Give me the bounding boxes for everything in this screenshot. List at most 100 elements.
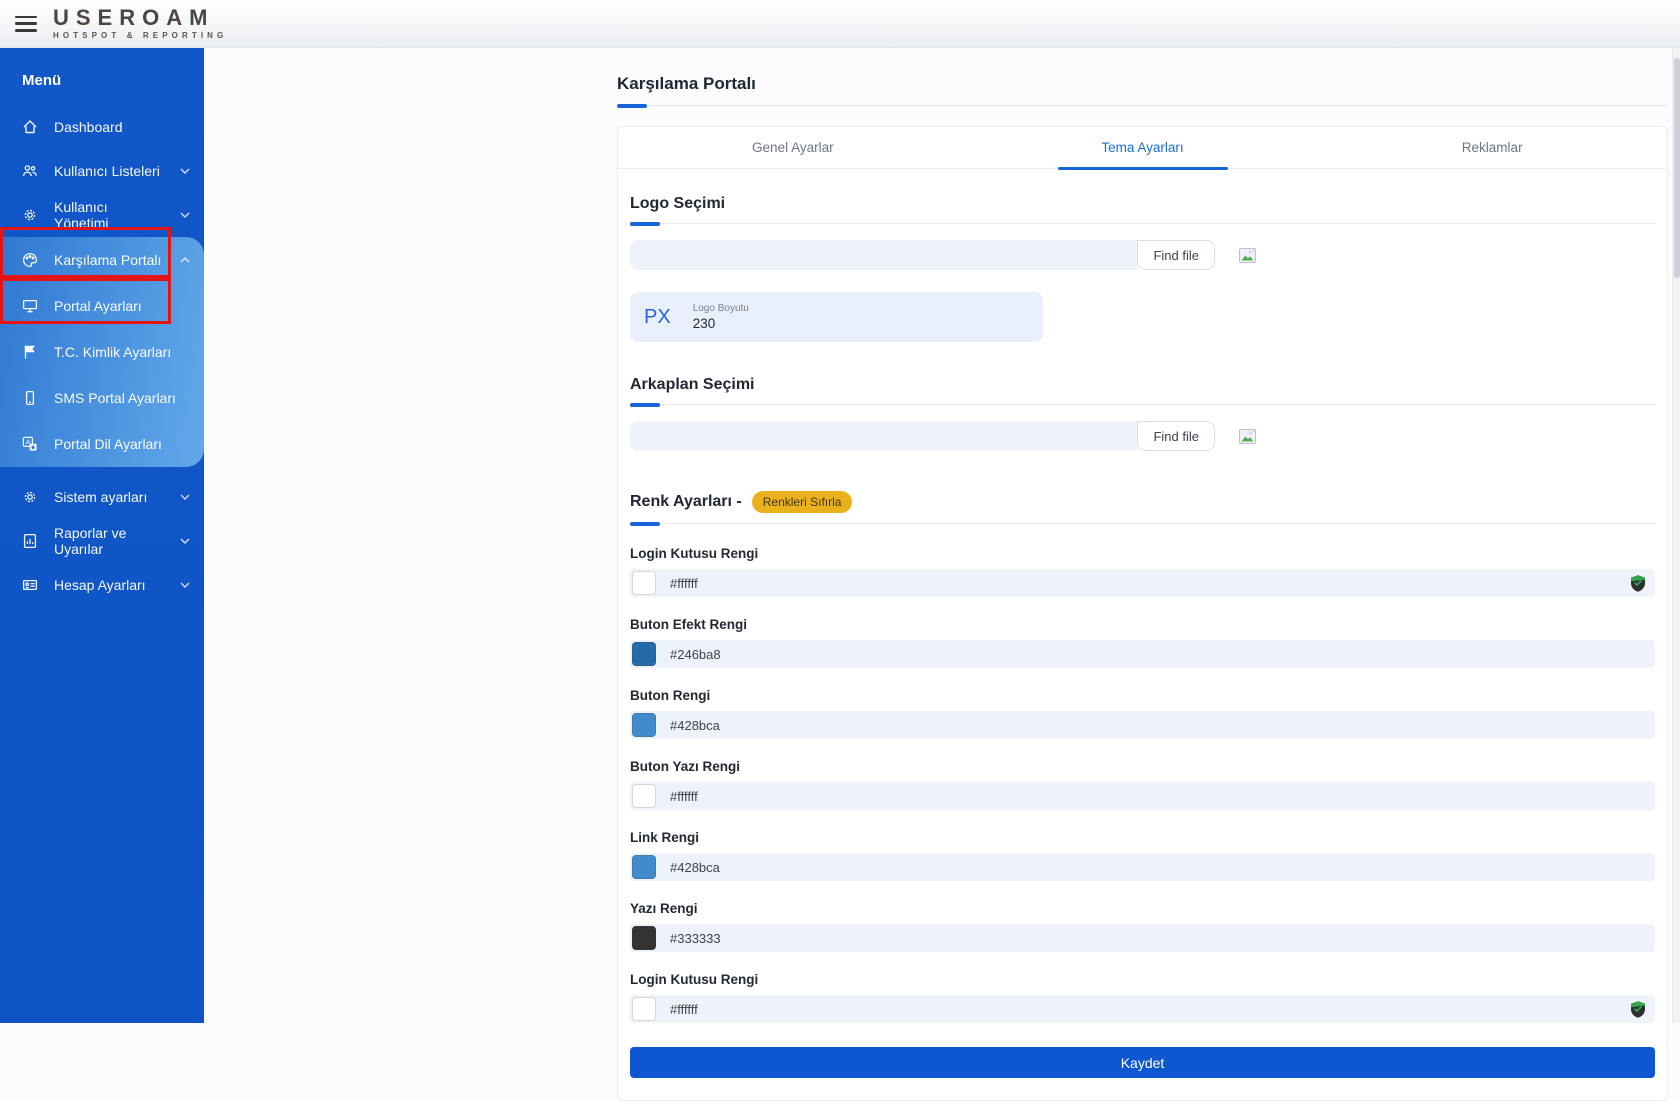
users-icon <box>22 163 38 179</box>
sidebar-item-label: Portal Ayarları <box>54 298 142 314</box>
color-hex-value: #333333 <box>670 931 721 946</box>
color-field-login-kutusu-rengi[interactable]: #ffffff <box>630 569 1655 597</box>
sidebar-item-label: Portal Dil Ayarları <box>54 436 162 452</box>
save-button[interactable]: Kaydet <box>630 1047 1655 1078</box>
tab-bar: Genel Ayarlar Tema Ayarları Reklamlar <box>618 127 1667 169</box>
sidebar-subitem-sms-portal-ayarlari[interactable]: SMS Portal Ayarları <box>0 375 204 421</box>
color-field-yazi-rengi[interactable]: #333333 <box>630 924 1655 952</box>
scrollbar-track[interactable] <box>1672 48 1680 1023</box>
color-swatch[interactable] <box>632 855 656 879</box>
password-shield-icon[interactable] <box>1629 574 1647 592</box>
chevron-down-icon <box>180 580 190 590</box>
mobile-icon <box>22 390 38 406</box>
section-accent-bar <box>630 222 660 226</box>
tab-tema-ayarlari[interactable]: Tema Ayarları <box>968 127 1318 168</box>
chevron-up-icon <box>180 255 190 265</box>
sidebar-item-sistem-ayarlari[interactable]: Sistem ayarları <box>0 475 204 519</box>
color-field-buton-yazi-rengi[interactable]: #ffffff <box>630 782 1655 810</box>
color-hex-value: #ffffff <box>670 1002 698 1017</box>
sidebar-item-label: T.C. Kimlik Ayarları <box>54 344 171 360</box>
sidebar-item-karsilama-portali[interactable]: Karşılama Portalı <box>0 237 204 283</box>
chevron-down-icon <box>180 210 190 220</box>
logo-file-input[interactable] <box>630 240 1137 270</box>
color-field-label: Buton Rengi <box>630 688 1655 703</box>
background-file-input[interactable] <box>630 421 1137 451</box>
logo-size-value: 230 <box>693 316 749 331</box>
chevron-down-icon <box>180 536 190 546</box>
translate-icon: A <box>22 436 38 452</box>
color-swatch[interactable] <box>632 713 656 737</box>
gear-icon <box>22 207 38 223</box>
sidebar-subitem-tc-kimlik-ayarlari[interactable]: T.C. Kimlik Ayarları <box>0 329 204 375</box>
page-title: Karşılama Portalı <box>617 74 1668 94</box>
flag-icon <box>22 344 38 360</box>
color-swatch[interactable] <box>632 784 656 808</box>
tab-reklamlar[interactable]: Reklamlar <box>1317 127 1667 168</box>
top-header-bar: USEROAM HOTSPOT & REPORTING <box>0 0 1680 48</box>
color-hex-value: #428bca <box>670 860 720 875</box>
logo-section-title: Logo Seçimi <box>630 195 1655 213</box>
sidebar-item-label: Sistem ayarları <box>54 489 147 505</box>
color-field-label: Link Rengi <box>630 830 1655 845</box>
sidebar-item-label: Hesap Ayarları <box>54 577 146 593</box>
hamburger-menu-icon[interactable] <box>15 16 37 32</box>
color-field-label: Buton Efekt Rengi <box>630 617 1655 632</box>
color-swatch[interactable] <box>632 926 656 950</box>
main-content: Karşılama Portalı Genel Ayarlar Tema Aya… <box>204 48 1680 1023</box>
px-unit-label: PX <box>644 306 671 329</box>
color-field-login-kutusu-rengi-2[interactable]: #ffffff <box>630 995 1655 1023</box>
sidebar-item-label: Karşılama Portalı <box>54 252 161 268</box>
color-field-buton-rengi[interactable]: #428bca <box>630 711 1655 739</box>
color-hex-value: #428bca <box>670 718 720 733</box>
sidebar-item-label: Kullanıcı Listeleri <box>54 163 160 179</box>
chevron-down-icon <box>180 492 190 502</box>
logo-size-label: Logo Boyutu <box>693 303 749 314</box>
sidebar-expanded-group: Karşılama Portalı Portal Ayarları T.C. K… <box>0 237 204 467</box>
logo-size-field[interactable]: PX Logo Boyutu 230 <box>630 292 1043 342</box>
broken-image-icon <box>1239 248 1256 263</box>
sidebar-item-dashboard[interactable]: Dashboard <box>0 105 204 149</box>
background-file-picker: Find file <box>630 421 1215 451</box>
sidebar-item-label: Kullanıcı Yönetimi <box>54 199 164 231</box>
sidebar-item-label: Raporlar ve Uyarılar <box>54 525 164 557</box>
color-swatch[interactable] <box>632 571 656 595</box>
broken-image-icon <box>1239 429 1256 444</box>
app-logo: USEROAM HOTSPOT & REPORTING <box>53 7 227 40</box>
settings-card: Genel Ayarlar Tema Ayarları Reklamlar Lo… <box>617 126 1668 1101</box>
palette-icon <box>22 252 38 268</box>
report-chart-icon <box>22 533 38 549</box>
background-section-title: Arkaplan Seçimi <box>630 376 1655 394</box>
logo-find-file-button[interactable]: Find file <box>1137 240 1215 270</box>
color-swatch[interactable] <box>632 997 656 1021</box>
color-field-label: Yazı Rengi <box>630 901 1655 916</box>
sidebar-item-kullanici-listeleri[interactable]: Kullanıcı Listeleri <box>0 149 204 193</box>
sidebar-item-hesap-ayarlari[interactable]: Hesap Ayarları <box>0 563 204 607</box>
sidebar-item-label: SMS Portal Ayarları <box>54 390 176 406</box>
tab-genel-ayarlar[interactable]: Genel Ayarlar <box>618 127 968 168</box>
sidebar-subitem-portal-ayarlari[interactable]: Portal Ayarları <box>0 283 204 329</box>
home-icon <box>22 119 38 135</box>
color-field-link-rengi[interactable]: #428bca <box>630 853 1655 881</box>
reset-colors-button[interactable]: Renkleri Sıfırla <box>752 491 853 513</box>
section-accent-bar <box>630 403 660 407</box>
colors-section-title: Renk Ayarları - <box>630 493 742 511</box>
logo-subtitle: HOTSPOT & REPORTING <box>53 32 227 40</box>
color-field-label: Login Kutusu Rengi <box>630 972 1655 987</box>
password-shield-icon[interactable] <box>1629 1000 1647 1018</box>
sidebar-subitem-portal-dil-ayarlari[interactable]: A Portal Dil Ayarları <box>0 421 204 467</box>
background-find-file-button[interactable]: Find file <box>1137 421 1215 451</box>
scrollbar-thumb[interactable] <box>1674 58 1680 278</box>
color-field-buton-efekt-rengi[interactable]: #246ba8 <box>630 640 1655 668</box>
sidebar-item-raporlar-ve-uyarilar[interactable]: Raporlar ve Uyarılar <box>0 519 204 563</box>
sidebar: Menü Dashboard Kullanıcı Listeleri Kulla… <box>0 48 204 1023</box>
color-hex-value: #246ba8 <box>670 647 721 662</box>
logo-file-picker: Find file <box>630 240 1215 270</box>
section-accent-bar <box>630 522 660 526</box>
chevron-down-icon <box>180 166 190 176</box>
sidebar-menu-heading: Menü <box>0 66 204 105</box>
color-swatch[interactable] <box>632 642 656 666</box>
id-card-icon <box>22 577 38 593</box>
color-hex-value: #ffffff <box>670 576 698 591</box>
sidebar-item-label: Dashboard <box>54 119 123 135</box>
sidebar-item-kullanici-yonetimi[interactable]: Kullanıcı Yönetimi <box>0 193 204 237</box>
